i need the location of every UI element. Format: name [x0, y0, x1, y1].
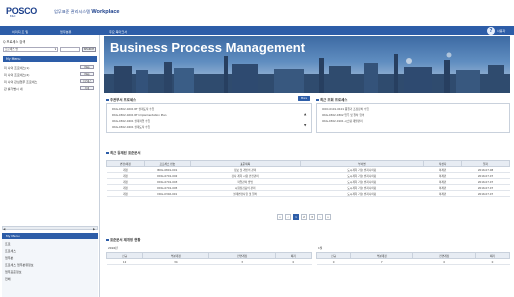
list-item[interactable]: OKG-0302-0101 시스템 개발관리 — [322, 119, 363, 123]
bullet-icon — [106, 98, 109, 101]
sidebar-item-my-process-1[interactable]: 미 나의 프로세스(1) — [4, 66, 29, 70]
year-label: 2016년 — [108, 246, 118, 250]
scroll-left-icon[interactable]: ◀ — [3, 227, 5, 231]
sidebar-tag-map-2[interactable]: Map — [80, 72, 94, 76]
sidebar-item-favorite[interactable]: 관 를가볍시 내 — [4, 87, 22, 91]
yearly-status-table: 신규 부분개정 전면개정 폐기 12 34 3 0 — [105, 252, 313, 265]
nav-item-category[interactable]: 업무분류 — [60, 29, 71, 34]
list-item[interactable]: OKG-0302-0302 업무 및 절차 협의 — [322, 113, 364, 117]
sidebar-panel-header[interactable]: My Menu — [2, 233, 98, 239]
list-item[interactable]: OOO-0101-0101 품질기 조정장치 수립 — [322, 107, 369, 111]
recent-docs-table: 변경/제정 프로세스 번호 표준제목 부서명 작성자 일자 개정 BDG-080… — [106, 160, 510, 197]
app-header: POSCO E&C 업무표준 관리시스템 Workplace — [0, 0, 514, 26]
search-input[interactable] — [60, 47, 80, 52]
page-last-button[interactable]: » — [325, 214, 331, 220]
page-prev-button[interactable]: ‹ — [285, 214, 291, 220]
owner-process-list: DKG-0302-0201 RT 설계도작 수립 DKG-0302-0201 R… — [106, 103, 312, 133]
table-row[interactable]: 개정 DKG-0302-001 설계변경사항 및 절차 도시계획 기술 엔지니어… — [106, 190, 510, 197]
top-nav: 이미지 조 밑 업무분류 주요 북마크서 ? 사용자 — [0, 26, 514, 35]
recent-docs-title-text: 최근 등재된 표준문서 — [110, 151, 141, 155]
sidebar-panel-item[interactable]: 프로 — [5, 242, 11, 246]
count-full[interactable]: 0 — [412, 258, 476, 265]
sidebar-horizontal-scrollbar[interactable]: ◀ ▶ — [2, 226, 98, 231]
sidebar-panel-item[interactable]: 전체 — [5, 277, 11, 281]
search-type-select[interactable]: 프로세스 명 ▾ — [3, 47, 58, 52]
bullet-icon — [316, 98, 319, 101]
bullet-icon — [106, 238, 109, 241]
table-cell: 2016.07.07 — [461, 190, 510, 197]
month-label: 1월 — [318, 246, 323, 250]
sidebar-panel-item[interactable]: 업무분 — [5, 256, 13, 260]
recent-process-title: 최근 조회 프로세스 — [316, 97, 347, 102]
page-button[interactable]: 3 — [309, 214, 315, 220]
more-button[interactable]: More — [298, 96, 310, 101]
chevron-down-icon: ▾ — [54, 48, 56, 51]
page-button-active[interactable]: 1 — [293, 214, 299, 220]
recent-docs-title: 최근 등재된 표준문서 — [106, 150, 140, 155]
revision-status-title: 표준문서 제개정 현황 — [106, 237, 140, 242]
revision-status-title-text: 표준문서 제개정 현황 — [110, 238, 141, 242]
process-search-label: Q 프로세스 검색 — [3, 40, 26, 44]
monthly-status-table: 신규 부분개정 전면개정 폐기 0 7 0 0 — [315, 252, 511, 265]
page-next-button[interactable]: › — [317, 214, 323, 220]
list-item[interactable]: DKG-0302-0201 RT 설계도작 수립 — [112, 107, 154, 111]
nav-item-bookmark[interactable]: 주요 북마크서 — [109, 29, 127, 34]
count-full[interactable]: 3 — [208, 258, 276, 265]
bullet-icon — [106, 151, 109, 154]
sidebar: Q 프로세스 검색 프로세스 명 ▾ SEARCH My Menu 미 나의 프… — [0, 35, 100, 297]
nav-item-home[interactable]: 이미지 조 밑 — [12, 29, 28, 34]
sidebar-menu-panel: My Menu 프로 프로세스 업무분 프로세스 업무분류정보 업무표준정보 전… — [2, 233, 98, 297]
owner-process-title: 주관부서 프로세스 — [106, 97, 136, 102]
sidebar-panel-item[interactable]: 업무표준정보 — [5, 270, 22, 274]
table-cell: 이제민 — [423, 190, 462, 197]
sidebar-item-my-process-2[interactable]: 미 나의 프로세스(2) — [4, 73, 29, 77]
user-icon[interactable]: ? — [487, 26, 495, 35]
sidebar-item-interest-process[interactable]: 미 나의 관심업무 프로세스 — [4, 80, 37, 84]
list-item[interactable]: OKG-0302-0201 설계도작 수립 — [112, 125, 150, 129]
recent-process-list: OOO-0101-0101 품질기 조정장치 수립 OKG-0302-0302 … — [316, 103, 510, 133]
count-partial[interactable]: 34 — [142, 258, 209, 265]
search-type-value: 프로세스 명 — [5, 48, 18, 51]
page-first-button[interactable]: « — [277, 214, 283, 220]
table-row: 0 7 0 0 — [316, 258, 510, 265]
scroll-right-icon[interactable]: ▶ — [93, 227, 95, 231]
page-button[interactable]: 2 — [301, 214, 307, 220]
sidebar-panel-item[interactable]: 프로세스 업무분류정보 — [5, 263, 34, 267]
table-row: 12 34 3 0 — [106, 258, 312, 265]
sidebar-tag-process[interactable]: 프로세스 — [80, 79, 94, 83]
banner-title: Business Process Management — [110, 40, 306, 55]
scroll-up-icon[interactable]: ▲ — [304, 112, 306, 116]
app-title-main: Workplace — [91, 9, 120, 15]
hero-banner: Business Process Management — [104, 36, 510, 93]
sidebar-panel-item[interactable]: 프로세스 — [5, 249, 16, 253]
search-button[interactable]: SEARCH — [82, 47, 96, 52]
recent-process-title-text: 최근 조회 프로세스 — [320, 98, 348, 102]
app-title-prefix: 업무표준 관리시스템 — [54, 9, 91, 14]
table-cell: 개정 — [106, 190, 145, 197]
owner-process-title-text: 주관부서 프로세스 — [110, 98, 137, 102]
count-new[interactable]: 0 — [316, 258, 351, 265]
my-menu-header[interactable]: My Menu — [3, 56, 97, 62]
sidebar-tag-map-1[interactable]: Map — [80, 65, 94, 69]
app-title: 업무표준 관리시스템 Workplace — [54, 9, 120, 15]
count-discard[interactable]: 0 — [275, 258, 312, 265]
list-item[interactable]: DKG-0302-0201 RT Implementation Plan — [112, 113, 166, 117]
scroll-down-icon[interactable]: ▼ — [304, 123, 306, 127]
count-new[interactable]: 12 — [106, 258, 143, 265]
table-cell: 도시계획 기술 엔지니어링 — [300, 190, 424, 197]
count-partial[interactable]: 7 — [350, 258, 413, 265]
sidebar-tag-delete[interactable]: 삭제 — [80, 86, 94, 90]
table-cell-title[interactable]: 설계변경사항 및 절차 — [190, 190, 300, 197]
company-logo-sub: E&C — [10, 15, 16, 18]
list-item[interactable]: OKG-0302-0201 설계작업 수립 — [112, 119, 150, 123]
user-label[interactable]: 사용자 — [497, 29, 505, 33]
table-cell: DKG-0302-001 — [144, 190, 191, 197]
count-discard[interactable]: 0 — [475, 258, 510, 265]
